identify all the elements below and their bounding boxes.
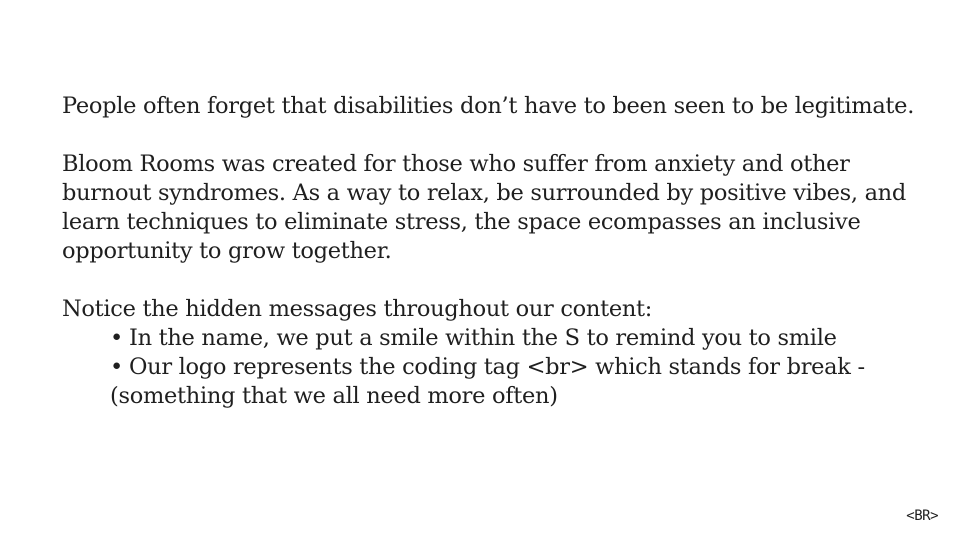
paragraph-text: People often forget that disabilities do… (62, 93, 915, 119)
paragraph-bloom-rooms: Bloom Rooms was created for those who su… (62, 150, 922, 266)
br-logo: <BR> (906, 508, 938, 524)
slide-body: People often forget that disabilities do… (62, 92, 922, 440)
bullet-icon: • (110, 325, 123, 351)
paragraph-text: Bloom Rooms was created for those who su… (62, 151, 906, 264)
bullet-list: • In the name, we put a smile within the … (62, 324, 922, 411)
bullet-text: In the name, we put a smile within the S… (128, 325, 837, 351)
paragraph-hidden-messages: Notice the hidden messages throughout ou… (62, 295, 922, 411)
paragraph-intro: Notice the hidden messages throughout ou… (62, 296, 653, 322)
bullet-icon: • (110, 354, 123, 380)
list-item: • In the name, we put a smile within the … (62, 324, 922, 353)
bullet-text: Our logo represents the coding tag <br> … (110, 354, 865, 409)
paragraph-disabilities: People often forget that disabilities do… (62, 92, 922, 121)
list-item: • Our logo represents the coding tag <br>… (62, 353, 922, 411)
slide: People often forget that disabilities do… (0, 0, 960, 540)
